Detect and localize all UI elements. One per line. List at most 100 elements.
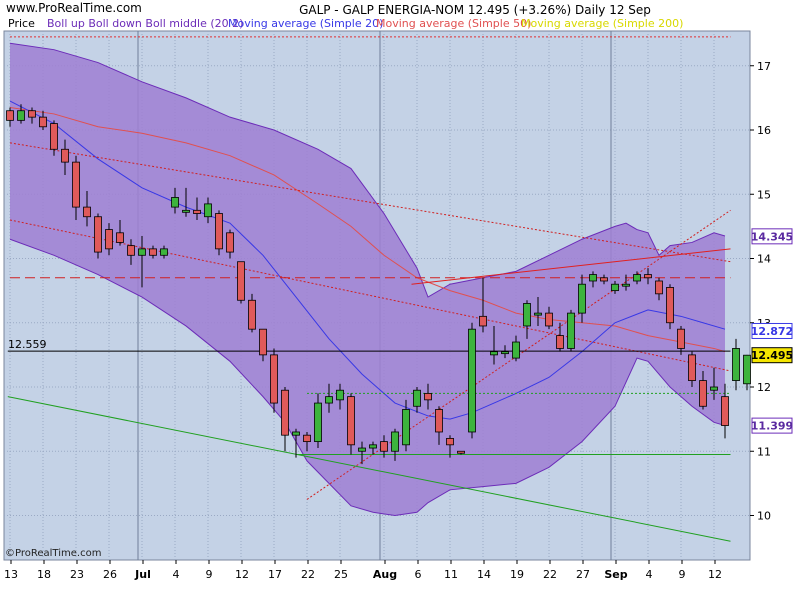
candle	[468, 322, 476, 439]
legend-item: Moving average (Simple 200)	[521, 17, 683, 30]
candle-body	[226, 232, 234, 253]
y-tick-label: 17	[757, 60, 771, 73]
candle-body	[512, 341, 520, 359]
candle-body	[171, 197, 179, 208]
candle-body	[732, 348, 740, 381]
candle-body	[655, 280, 663, 295]
candle-body	[391, 431, 399, 452]
price-tag-label: 11.399	[751, 420, 793, 433]
candle-body	[215, 213, 223, 250]
candle-body	[413, 389, 421, 407]
y-tick-label: 11	[757, 445, 771, 458]
candle-body	[743, 354, 751, 385]
candle-body	[556, 335, 564, 349]
candle	[94, 213, 102, 259]
candle-body	[534, 312, 542, 316]
candle	[237, 261, 245, 304]
candle-body	[468, 328, 476, 433]
candle-body	[105, 229, 113, 250]
candle-body	[336, 389, 344, 401]
footer-brand: ©ProRealTime.com	[5, 548, 102, 559]
candle	[567, 309, 575, 352]
candle-body	[237, 261, 245, 301]
x-tick-label: 27	[576, 568, 590, 581]
candle-body	[182, 209, 190, 213]
y-tick-label: 10	[757, 510, 771, 523]
reference-price-label: 12.559	[8, 338, 47, 351]
price-tag-label: 14.345	[751, 230, 793, 243]
x-tick-label: 11	[444, 568, 458, 581]
legend-item: Moving average (Simple 20)	[228, 17, 383, 30]
site-url[interactable]: www.ProRealTime.com	[6, 1, 142, 15]
legend-item: Moving average (Simple 50)	[376, 17, 531, 30]
candle-body	[281, 389, 289, 436]
candle-body	[578, 283, 586, 314]
x-tick-label: 6	[415, 568, 422, 581]
candle-body	[83, 206, 91, 218]
price-tag: 11.399	[751, 417, 793, 434]
candle-body	[127, 245, 135, 256]
candle-body	[270, 354, 278, 404]
candle-body	[72, 161, 80, 208]
candle-body	[688, 354, 696, 381]
candle-body	[325, 396, 333, 404]
price-tag-label: 12.495	[751, 349, 793, 362]
x-tick-label: 23	[70, 568, 84, 581]
x-tick-label: 25	[334, 568, 348, 581]
candle-body	[589, 274, 597, 282]
chart-title: GALP - GALP ENERGIA-NOM 12.495 (+3.26%) …	[299, 3, 651, 17]
price-tag: 14.345	[751, 228, 793, 245]
candle-body	[61, 148, 69, 163]
candle-body	[721, 396, 729, 426]
candle-body	[303, 434, 311, 443]
candle-body	[292, 431, 300, 436]
candle	[270, 348, 278, 413]
candle-body	[380, 441, 388, 452]
x-tick-label: 22	[543, 568, 557, 581]
x-tick-label: 22	[301, 568, 315, 581]
candle-body	[622, 283, 630, 287]
candle-body	[435, 409, 443, 433]
legend-item: Price	[8, 17, 35, 30]
candle-body	[424, 393, 432, 401]
x-tick-label: Sep	[604, 568, 627, 581]
x-tick-label: 17	[268, 568, 282, 581]
x-tick-label: 19	[510, 568, 524, 581]
candle-body	[369, 444, 377, 449]
candle-body	[501, 351, 509, 355]
candle-body	[138, 248, 146, 256]
x-tick-label: 9	[206, 568, 213, 581]
x-tick-label: 4	[173, 568, 180, 581]
candle-body	[259, 328, 267, 356]
candle-body	[358, 447, 366, 452]
candle-body	[699, 380, 707, 407]
candle-body	[600, 277, 608, 282]
candle-body	[644, 274, 652, 279]
y-tick-label: 14	[757, 253, 771, 266]
candle-body	[457, 450, 465, 454]
candle-body	[39, 116, 47, 128]
candle-body	[611, 283, 619, 292]
candle-body	[347, 396, 355, 446]
candle-body	[193, 209, 201, 214]
legend: Price Boll up Boll down Boll middle (20 2…	[8, 17, 683, 30]
x-tick-label: 14	[477, 568, 491, 581]
price-tag: 12.495	[751, 347, 793, 364]
price-tag: 12.872	[751, 322, 793, 339]
candle-body	[17, 110, 25, 121]
stock-chart: 101112131415161713182326Jul4912172225Aug…	[0, 0, 800, 600]
candle	[666, 284, 674, 330]
x-tick-label: 13	[4, 568, 18, 581]
candle-body	[545, 312, 553, 327]
x-tick-label: 12	[235, 568, 249, 581]
candle-body	[116, 232, 124, 243]
y-tick-label: 16	[757, 124, 771, 137]
candle-body	[6, 110, 14, 121]
x-tick-label: 26	[103, 568, 117, 581]
candle-body	[402, 409, 410, 446]
candle-body	[94, 216, 102, 253]
x-tick-label: 12	[708, 568, 722, 581]
candle-body	[160, 248, 168, 256]
price-tag-label: 12.872	[751, 325, 793, 338]
candle-body	[633, 274, 641, 282]
